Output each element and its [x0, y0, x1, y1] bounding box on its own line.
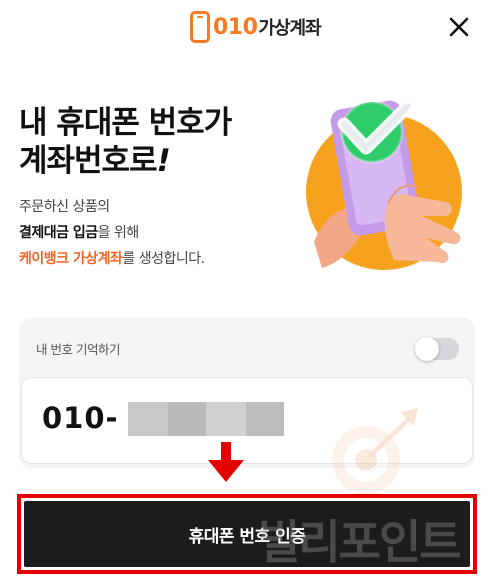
masked-phone-digits [128, 402, 284, 436]
desc-line-2-rest: 을 위해 [97, 225, 140, 241]
page-title: 내 휴대폰 번호가 계좌번호로! [19, 104, 232, 180]
description: 주문하신 상품의 결제대금 입금을 위해 케이뱅크 가상계좌를 생성합니다. [19, 194, 205, 272]
title-exclaim: ! [156, 143, 171, 179]
toggle-knob [415, 337, 439, 361]
header: 010 가상계좌 [0, 0, 494, 54]
title-line-2: 계좌번호로 [19, 143, 158, 179]
target-icon [332, 408, 418, 494]
watermark-text: 빌리포인트 [258, 515, 462, 569]
remember-number-label: 내 번호 기억하기 [36, 342, 120, 357]
desc-line-1: 주문하신 상품의 [19, 199, 110, 215]
phone-logo-icon [190, 11, 210, 43]
desc-line-3-rest: 를 생성합니다. [122, 251, 205, 267]
arrow-down-icon [208, 442, 244, 482]
close-icon[interactable] [446, 14, 472, 40]
desc-bold-text: 결제대금 입금 [19, 225, 98, 241]
remember-number-toggle[interactable] [415, 337, 459, 361]
phone-prefix: 010- [42, 401, 119, 435]
logo-text: 가상계좌 [258, 18, 321, 39]
title-line-1: 내 휴대폰 번호가 [19, 105, 232, 141]
logo-number: 010 [213, 14, 258, 40]
desc-accent-text: 케이뱅크 가상계좌 [19, 251, 123, 267]
brand-logo: 010 가상계좌 [190, 9, 322, 45]
phone-check-illustration [306, 99, 462, 270]
